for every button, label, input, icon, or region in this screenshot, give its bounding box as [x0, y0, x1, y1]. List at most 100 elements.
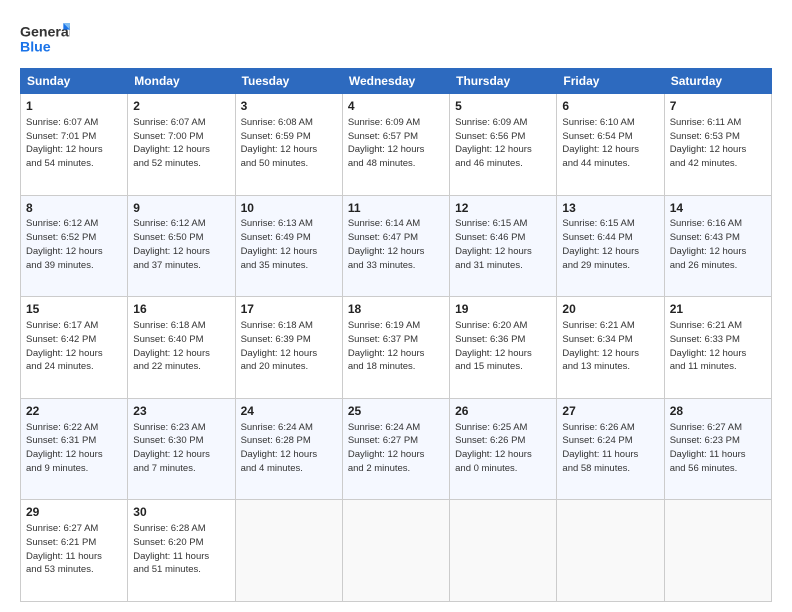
- day-info: Sunrise: 6:16 AMSunset: 6:43 PMDaylight:…: [670, 217, 766, 272]
- day-info: Sunrise: 6:12 AMSunset: 6:52 PMDaylight:…: [26, 217, 122, 272]
- day-number: 20: [562, 301, 658, 318]
- calendar-cell: 4Sunrise: 6:09 AMSunset: 6:57 PMDaylight…: [342, 94, 449, 196]
- calendar-col-monday: Monday: [128, 69, 235, 94]
- day-info: Sunrise: 6:09 AMSunset: 6:56 PMDaylight:…: [455, 116, 551, 171]
- day-number: 8: [26, 200, 122, 217]
- day-info: Sunrise: 6:23 AMSunset: 6:30 PMDaylight:…: [133, 421, 229, 476]
- calendar-cell: 16Sunrise: 6:18 AMSunset: 6:40 PMDayligh…: [128, 297, 235, 399]
- calendar-cell: 5Sunrise: 6:09 AMSunset: 6:56 PMDaylight…: [450, 94, 557, 196]
- calendar-col-wednesday: Wednesday: [342, 69, 449, 94]
- calendar-cell: 19Sunrise: 6:20 AMSunset: 6:36 PMDayligh…: [450, 297, 557, 399]
- calendar-cell: 27Sunrise: 6:26 AMSunset: 6:24 PMDayligh…: [557, 398, 664, 500]
- calendar-cell: 6Sunrise: 6:10 AMSunset: 6:54 PMDaylight…: [557, 94, 664, 196]
- logo: General Blue: [20, 16, 70, 60]
- calendar-cell: 11Sunrise: 6:14 AMSunset: 6:47 PMDayligh…: [342, 195, 449, 297]
- calendar-week-row: 1Sunrise: 6:07 AMSunset: 7:01 PMDaylight…: [21, 94, 772, 196]
- calendar-week-row: 8Sunrise: 6:12 AMSunset: 6:52 PMDaylight…: [21, 195, 772, 297]
- day-info: Sunrise: 6:09 AMSunset: 6:57 PMDaylight:…: [348, 116, 444, 171]
- day-info: Sunrise: 6:18 AMSunset: 6:40 PMDaylight:…: [133, 319, 229, 374]
- logo-svg: General Blue: [20, 16, 70, 60]
- day-number: 23: [133, 403, 229, 420]
- day-number: 11: [348, 200, 444, 217]
- page-header: General Blue: [20, 16, 772, 60]
- calendar-cell: 13Sunrise: 6:15 AMSunset: 6:44 PMDayligh…: [557, 195, 664, 297]
- calendar-cell: 25Sunrise: 6:24 AMSunset: 6:27 PMDayligh…: [342, 398, 449, 500]
- day-number: 21: [670, 301, 766, 318]
- calendar-cell: 29Sunrise: 6:27 AMSunset: 6:21 PMDayligh…: [21, 500, 128, 602]
- day-info: Sunrise: 6:20 AMSunset: 6:36 PMDaylight:…: [455, 319, 551, 374]
- day-number: 19: [455, 301, 551, 318]
- calendar-cell: 9Sunrise: 6:12 AMSunset: 6:50 PMDaylight…: [128, 195, 235, 297]
- svg-text:Blue: Blue: [20, 39, 51, 55]
- calendar-cell: 14Sunrise: 6:16 AMSunset: 6:43 PMDayligh…: [664, 195, 771, 297]
- calendar-cell: 23Sunrise: 6:23 AMSunset: 6:30 PMDayligh…: [128, 398, 235, 500]
- svg-text:General: General: [20, 24, 70, 40]
- calendar-col-friday: Friday: [557, 69, 664, 94]
- day-info: Sunrise: 6:24 AMSunset: 6:28 PMDaylight:…: [241, 421, 337, 476]
- day-number: 30: [133, 504, 229, 521]
- day-number: 16: [133, 301, 229, 318]
- calendar-cell: 1Sunrise: 6:07 AMSunset: 7:01 PMDaylight…: [21, 94, 128, 196]
- calendar-col-tuesday: Tuesday: [235, 69, 342, 94]
- day-number: 12: [455, 200, 551, 217]
- calendar-cell: 20Sunrise: 6:21 AMSunset: 6:34 PMDayligh…: [557, 297, 664, 399]
- calendar-cell: 12Sunrise: 6:15 AMSunset: 6:46 PMDayligh…: [450, 195, 557, 297]
- day-info: Sunrise: 6:27 AMSunset: 6:23 PMDaylight:…: [670, 421, 766, 476]
- day-number: 5: [455, 98, 551, 115]
- day-number: 7: [670, 98, 766, 115]
- calendar-cell: 22Sunrise: 6:22 AMSunset: 6:31 PMDayligh…: [21, 398, 128, 500]
- calendar-cell: 8Sunrise: 6:12 AMSunset: 6:52 PMDaylight…: [21, 195, 128, 297]
- calendar-cell: 15Sunrise: 6:17 AMSunset: 6:42 PMDayligh…: [21, 297, 128, 399]
- calendar-cell: 18Sunrise: 6:19 AMSunset: 6:37 PMDayligh…: [342, 297, 449, 399]
- calendar-cell: [235, 500, 342, 602]
- calendar-cell: 17Sunrise: 6:18 AMSunset: 6:39 PMDayligh…: [235, 297, 342, 399]
- day-info: Sunrise: 6:11 AMSunset: 6:53 PMDaylight:…: [670, 116, 766, 171]
- calendar-cell: 30Sunrise: 6:28 AMSunset: 6:20 PMDayligh…: [128, 500, 235, 602]
- day-info: Sunrise: 6:22 AMSunset: 6:31 PMDaylight:…: [26, 421, 122, 476]
- calendar-table: SundayMondayTuesdayWednesdayThursdayFrid…: [20, 68, 772, 602]
- day-info: Sunrise: 6:13 AMSunset: 6:49 PMDaylight:…: [241, 217, 337, 272]
- calendar-cell: 28Sunrise: 6:27 AMSunset: 6:23 PMDayligh…: [664, 398, 771, 500]
- day-info: Sunrise: 6:27 AMSunset: 6:21 PMDaylight:…: [26, 522, 122, 577]
- day-number: 6: [562, 98, 658, 115]
- day-number: 10: [241, 200, 337, 217]
- day-number: 29: [26, 504, 122, 521]
- calendar-cell: [450, 500, 557, 602]
- day-info: Sunrise: 6:14 AMSunset: 6:47 PMDaylight:…: [348, 217, 444, 272]
- calendar-cell: [664, 500, 771, 602]
- calendar-col-saturday: Saturday: [664, 69, 771, 94]
- day-info: Sunrise: 6:24 AMSunset: 6:27 PMDaylight:…: [348, 421, 444, 476]
- calendar-cell: 7Sunrise: 6:11 AMSunset: 6:53 PMDaylight…: [664, 94, 771, 196]
- day-number: 28: [670, 403, 766, 420]
- day-info: Sunrise: 6:25 AMSunset: 6:26 PMDaylight:…: [455, 421, 551, 476]
- day-number: 3: [241, 98, 337, 115]
- calendar-week-row: 15Sunrise: 6:17 AMSunset: 6:42 PMDayligh…: [21, 297, 772, 399]
- day-number: 15: [26, 301, 122, 318]
- day-info: Sunrise: 6:26 AMSunset: 6:24 PMDaylight:…: [562, 421, 658, 476]
- day-number: 27: [562, 403, 658, 420]
- day-info: Sunrise: 6:19 AMSunset: 6:37 PMDaylight:…: [348, 319, 444, 374]
- day-number: 17: [241, 301, 337, 318]
- day-info: Sunrise: 6:12 AMSunset: 6:50 PMDaylight:…: [133, 217, 229, 272]
- day-info: Sunrise: 6:08 AMSunset: 6:59 PMDaylight:…: [241, 116, 337, 171]
- calendar-cell: 2Sunrise: 6:07 AMSunset: 7:00 PMDaylight…: [128, 94, 235, 196]
- calendar-week-row: 22Sunrise: 6:22 AMSunset: 6:31 PMDayligh…: [21, 398, 772, 500]
- day-info: Sunrise: 6:10 AMSunset: 6:54 PMDaylight:…: [562, 116, 658, 171]
- day-number: 25: [348, 403, 444, 420]
- calendar-cell: 26Sunrise: 6:25 AMSunset: 6:26 PMDayligh…: [450, 398, 557, 500]
- day-number: 24: [241, 403, 337, 420]
- day-number: 22: [26, 403, 122, 420]
- day-number: 14: [670, 200, 766, 217]
- day-info: Sunrise: 6:21 AMSunset: 6:34 PMDaylight:…: [562, 319, 658, 374]
- calendar-cell: [557, 500, 664, 602]
- day-number: 1: [26, 98, 122, 115]
- day-info: Sunrise: 6:15 AMSunset: 6:46 PMDaylight:…: [455, 217, 551, 272]
- calendar-cell: 10Sunrise: 6:13 AMSunset: 6:49 PMDayligh…: [235, 195, 342, 297]
- calendar-header-row: SundayMondayTuesdayWednesdayThursdayFrid…: [21, 69, 772, 94]
- day-info: Sunrise: 6:15 AMSunset: 6:44 PMDaylight:…: [562, 217, 658, 272]
- day-info: Sunrise: 6:18 AMSunset: 6:39 PMDaylight:…: [241, 319, 337, 374]
- day-info: Sunrise: 6:17 AMSunset: 6:42 PMDaylight:…: [26, 319, 122, 374]
- day-number: 2: [133, 98, 229, 115]
- day-number: 26: [455, 403, 551, 420]
- day-info: Sunrise: 6:07 AMSunset: 7:00 PMDaylight:…: [133, 116, 229, 171]
